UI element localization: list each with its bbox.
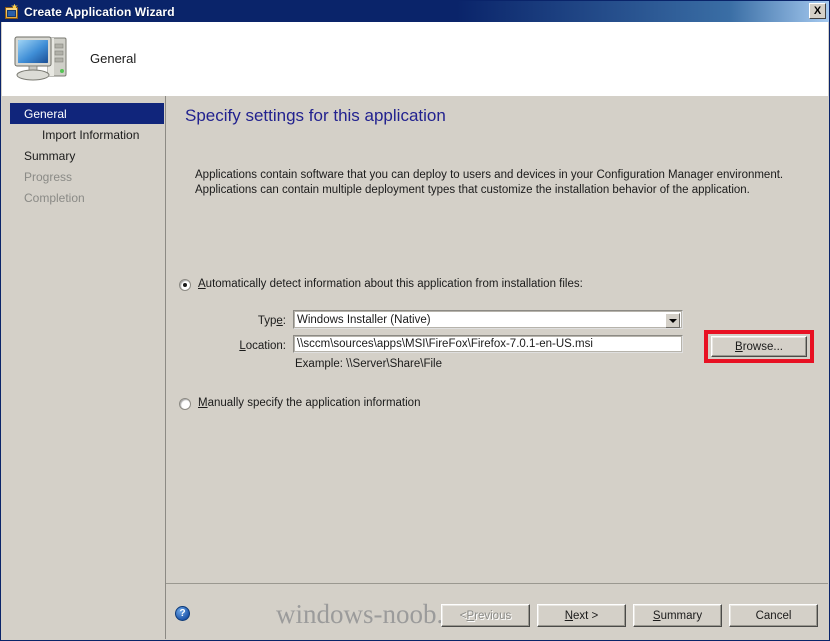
manual-specify-label-rest: anually specify the application informat… xyxy=(207,397,421,409)
location-label-rest: ocation: xyxy=(245,340,286,352)
location-input[interactable]: \\sccm\sources\apps\MSI\FireFox\Firefox-… xyxy=(293,335,683,353)
cancel-button[interactable]: Cancel xyxy=(729,604,818,627)
browse-label-rest: rowse... xyxy=(742,340,783,353)
wizard-header: General xyxy=(2,22,828,96)
header-label: General xyxy=(90,51,137,66)
wizard-body: General Import Information Summary Progr… xyxy=(2,96,828,639)
browse-button[interactable]: Browse... xyxy=(711,336,807,357)
browse-button-annotation: Browse... xyxy=(704,330,814,363)
title-bar: Create Application Wizard X xyxy=(1,1,829,22)
create-application-wizard-window: Create Application Wizard X General Gene… xyxy=(0,0,830,641)
auto-detect-radio-label: Automatically detect information about t… xyxy=(198,278,583,290)
sidebar-item-completion: Completion xyxy=(24,190,85,205)
computer-monitor-icon xyxy=(12,30,76,88)
summary-post: ummary xyxy=(660,609,703,622)
cancel-pre: Cancel xyxy=(755,609,792,622)
next-accel: N xyxy=(564,609,574,622)
next-post: ext > xyxy=(573,609,599,622)
auto-detect-radio[interactable] xyxy=(179,279,191,291)
type-dropdown-value: Windows Installer (Native) xyxy=(297,313,431,326)
type-label-post: : xyxy=(282,315,286,327)
chevron-down-icon[interactable] xyxy=(665,313,680,328)
wizard-step-list: General Import Information Summary Progr… xyxy=(2,96,166,639)
previous-post: revious xyxy=(474,609,512,622)
next-button[interactable]: Next > xyxy=(537,604,626,627)
location-label: Location: xyxy=(196,340,286,352)
previous-button: < Previous xyxy=(441,604,530,627)
browse-accel: B xyxy=(735,340,743,353)
previous-accel: P xyxy=(466,609,475,622)
wizard-content-pane: Specify settings for this application Ap… xyxy=(166,96,828,639)
type-dropdown[interactable]: Windows Installer (Native) xyxy=(293,310,683,329)
auto-detect-accel: A xyxy=(198,278,206,290)
window-title: Create Application Wizard xyxy=(24,4,175,19)
sidebar-item-general[interactable]: General xyxy=(10,103,164,124)
page-title: Specify settings for this application xyxy=(185,106,446,125)
help-icon[interactable]: ? xyxy=(175,606,190,621)
previous-pre: < xyxy=(459,609,467,622)
auto-detect-label-rest: utomatically detect information about th… xyxy=(205,278,583,290)
manual-specify-accel: M xyxy=(198,397,208,409)
page-description: Applications contain software that you c… xyxy=(195,169,784,196)
summary-accel: S xyxy=(652,609,661,622)
manual-specify-radio-label: Manually specify the application informa… xyxy=(198,397,420,409)
type-label-pre: Typ xyxy=(257,315,277,327)
sidebar-item-import-information[interactable]: Import Information xyxy=(10,124,165,145)
wizard-button-bar: < Previous Next > Summary Cancel xyxy=(441,604,818,627)
summary-button[interactable]: Summary xyxy=(633,604,722,627)
manual-specify-radio[interactable] xyxy=(179,398,191,410)
manual-specify-radio-row[interactable]: Manually specify the application informa… xyxy=(179,397,420,410)
location-example-hint: Example: \\Server\Share\File xyxy=(295,358,443,370)
close-icon[interactable]: X xyxy=(809,3,826,19)
wizard-app-icon xyxy=(4,3,20,20)
footer-divider xyxy=(166,583,828,584)
sidebar-item-progress: Progress xyxy=(24,169,73,184)
auto-detect-radio-row[interactable]: Automatically detect information about t… xyxy=(179,278,583,291)
location-input-value: \\sccm\sources\apps\MSI\FireFox\Firefox-… xyxy=(297,338,593,350)
type-label: Type: xyxy=(196,315,286,327)
sidebar-item-summary[interactable]: Summary xyxy=(10,145,165,166)
